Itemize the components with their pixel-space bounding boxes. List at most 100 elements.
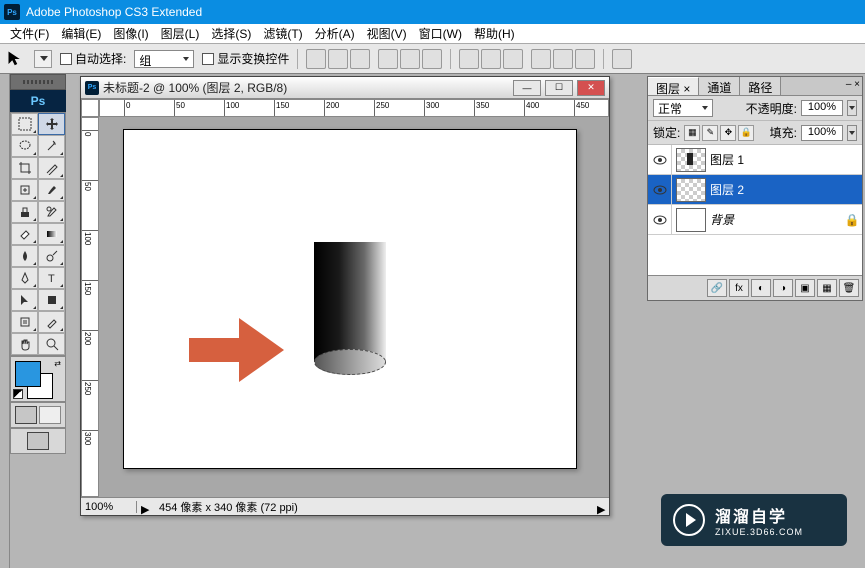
- path-select-tool[interactable]: [11, 289, 38, 311]
- align-vcenter-icon[interactable]: [328, 49, 348, 69]
- adjustment-layer-icon[interactable]: ◑: [773, 279, 793, 297]
- lock-transparent-icon[interactable]: ▦: [684, 125, 700, 141]
- distribute-right-icon[interactable]: [575, 49, 595, 69]
- align-hcenter-icon[interactable]: [400, 49, 420, 69]
- panel-minimize-icon[interactable]: – ×: [846, 79, 860, 90]
- move-tool[interactable]: [38, 113, 65, 135]
- type-tool[interactable]: T: [38, 267, 65, 289]
- canvas[interactable]: [123, 129, 577, 469]
- workspace-button[interactable]: [612, 49, 632, 69]
- standard-mode-button[interactable]: [15, 406, 37, 424]
- layer-thumbnail[interactable]: [676, 208, 706, 232]
- fill-input[interactable]: 100%: [801, 125, 843, 141]
- visibility-toggle[interactable]: [648, 145, 672, 174]
- align-top-icon[interactable]: [306, 49, 326, 69]
- distribute-left-icon[interactable]: [531, 49, 551, 69]
- align-left-icon[interactable]: [378, 49, 398, 69]
- shape-tool[interactable]: [38, 289, 65, 311]
- canvas-area[interactable]: [99, 117, 609, 497]
- horizontal-ruler[interactable]: 0 50 100 150 200 250 300 350 400 450: [99, 99, 609, 117]
- hand-tool[interactable]: [11, 333, 38, 355]
- menu-layer[interactable]: 图层(L): [155, 23, 206, 44]
- show-transform-checkbox[interactable]: [202, 53, 214, 65]
- align-right-icon[interactable]: [422, 49, 442, 69]
- layer-thumbnail[interactable]: [676, 178, 706, 202]
- tab-channels[interactable]: 通道: [699, 77, 740, 95]
- lock-pixels-icon[interactable]: ✎: [702, 125, 718, 141]
- distribute-vcenter-icon[interactable]: [481, 49, 501, 69]
- eraser-tool[interactable]: [11, 223, 38, 245]
- layer-group-icon[interactable]: ▣: [795, 279, 815, 297]
- blur-tool[interactable]: [11, 245, 38, 267]
- lock-all-icon[interactable]: 🔒: [738, 125, 754, 141]
- zoom-level[interactable]: 100%: [81, 501, 137, 513]
- crop-tool[interactable]: [11, 157, 38, 179]
- menu-view[interactable]: 视图(V): [361, 23, 413, 44]
- clone-stamp-tool[interactable]: [11, 201, 38, 223]
- doc-minimize-button[interactable]: —: [513, 80, 541, 96]
- status-flyout-icon[interactable]: ▶: [141, 503, 149, 511]
- toolbox-grip[interactable]: [10, 74, 66, 90]
- pen-tool[interactable]: [11, 267, 38, 289]
- status-menu-icon[interactable]: ▶: [597, 503, 605, 511]
- align-bottom-icon[interactable]: [350, 49, 370, 69]
- document-titlebar[interactable]: Ps 未标题-2 @ 100% (图层 2, RGB/8) — ☐ ✕: [81, 77, 609, 99]
- doc-close-button[interactable]: ✕: [577, 80, 605, 96]
- eyedropper-tool[interactable]: [38, 311, 65, 333]
- dodge-tool[interactable]: [38, 245, 65, 267]
- menu-select[interactable]: 选择(S): [205, 23, 257, 44]
- blend-mode-dropdown[interactable]: 正常: [653, 99, 713, 117]
- menu-filter[interactable]: 滤镜(T): [257, 23, 308, 44]
- healing-brush-tool[interactable]: [11, 179, 38, 201]
- swap-colors-icon[interactable]: ⇄: [54, 359, 61, 368]
- quickmask-mode-button[interactable]: [39, 406, 61, 424]
- auto-select-checkbox[interactable]: [60, 53, 72, 65]
- brush-tool[interactable]: [38, 179, 65, 201]
- history-brush-tool[interactable]: [38, 201, 65, 223]
- gradient-tool[interactable]: [38, 223, 65, 245]
- lasso-tool[interactable]: [11, 135, 38, 157]
- zoom-tool[interactable]: [38, 333, 65, 355]
- menu-analysis[interactable]: 分析(A): [309, 23, 361, 44]
- new-layer-icon[interactable]: ▦: [817, 279, 837, 297]
- opacity-input[interactable]: 100%: [801, 100, 843, 116]
- notes-tool[interactable]: [11, 311, 38, 333]
- document-info[interactable]: 454 像素 x 340 像素 (72 ppi): [153, 499, 593, 515]
- menu-help[interactable]: 帮助(H): [468, 23, 521, 44]
- fill-slider-icon[interactable]: [847, 125, 857, 141]
- doc-maximize-button[interactable]: ☐: [545, 80, 573, 96]
- layer-style-icon[interactable]: fx: [729, 279, 749, 297]
- layer-mask-icon[interactable]: ◐: [751, 279, 771, 297]
- layer-name[interactable]: 图层 2: [710, 181, 862, 198]
- menu-window[interactable]: 窗口(W): [413, 23, 468, 44]
- distribute-top-icon[interactable]: [459, 49, 479, 69]
- link-layers-icon[interactable]: 🔗: [707, 279, 727, 297]
- tool-preset-picker[interactable]: [34, 50, 52, 68]
- layer-row[interactable]: 背景 🔒: [648, 205, 862, 235]
- screen-mode-button[interactable]: [27, 432, 49, 450]
- auto-select-dropdown[interactable]: 组: [134, 50, 194, 68]
- tab-layers[interactable]: 图层 ×: [648, 77, 699, 95]
- ruler-origin[interactable]: [81, 99, 99, 117]
- vertical-ruler[interactable]: 0 50 100 150 200 250 300: [81, 117, 99, 497]
- tab-paths[interactable]: 路径: [740, 77, 781, 95]
- menu-file[interactable]: 文件(F): [4, 23, 55, 44]
- distribute-bottom-icon[interactable]: [503, 49, 523, 69]
- layer-thumbnail[interactable]: [676, 148, 706, 172]
- foreground-color[interactable]: [15, 361, 41, 387]
- menu-edit[interactable]: 编辑(E): [55, 23, 107, 44]
- visibility-toggle[interactable]: [648, 205, 672, 234]
- layer-row[interactable]: 图层 1: [648, 145, 862, 175]
- rect-marquee-tool[interactable]: [11, 113, 38, 135]
- visibility-toggle[interactable]: [648, 175, 672, 204]
- layer-row[interactable]: 图层 2: [648, 175, 862, 205]
- opacity-slider-icon[interactable]: [847, 100, 857, 116]
- magic-wand-tool[interactable]: [38, 135, 65, 157]
- layer-name[interactable]: 背景: [710, 211, 842, 228]
- delete-layer-icon[interactable]: 🗑: [839, 279, 859, 297]
- lock-position-icon[interactable]: ✥: [720, 125, 736, 141]
- distribute-hcenter-icon[interactable]: [553, 49, 573, 69]
- slice-tool[interactable]: [38, 157, 65, 179]
- menu-image[interactable]: 图像(I): [107, 23, 154, 44]
- default-colors-icon[interactable]: [13, 389, 23, 399]
